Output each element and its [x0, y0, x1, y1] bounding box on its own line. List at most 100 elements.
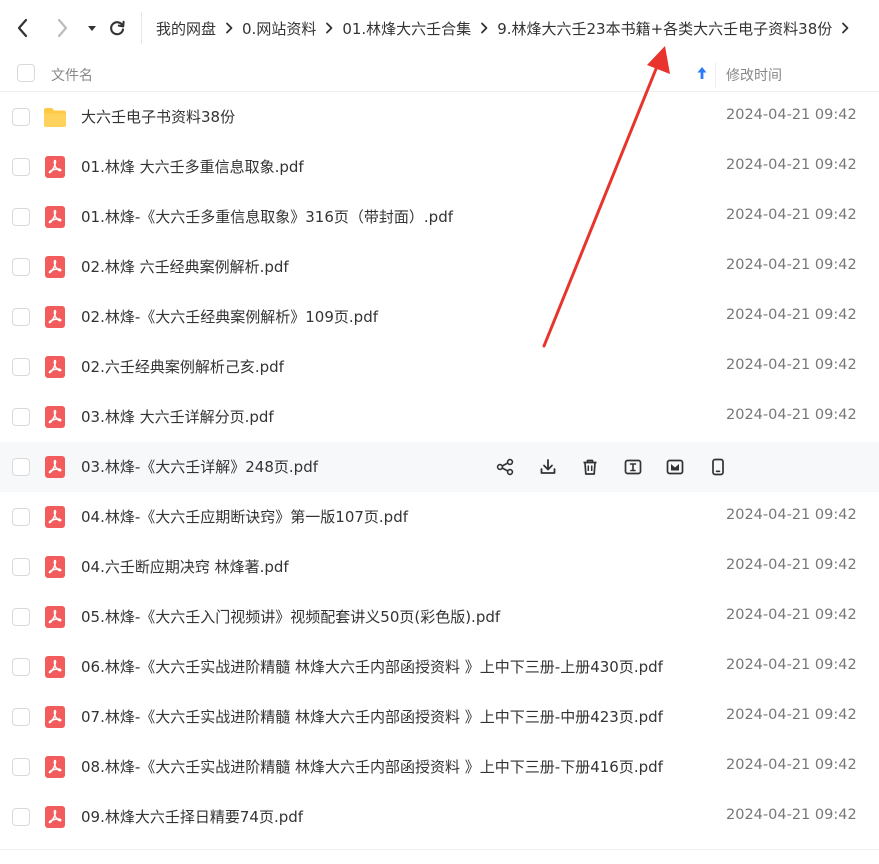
modified-time: 2024-04-21 09:42 [726, 407, 857, 423]
row-checkbox[interactable] [12, 308, 30, 326]
row-checkbox[interactable] [12, 158, 30, 176]
file-name[interactable]: 06.林烽-《大六壬实战进阶精髓 林烽大六壬内部函授资料 》上中下三册-上册43… [81, 656, 663, 677]
file-name[interactable]: 08.林烽-《大六壬实战进阶精髓 林烽大六壬内部函授资料 》上中下三册-下册41… [81, 756, 663, 777]
select-all-checkbox[interactable] [17, 64, 35, 82]
modified-time: 2024-04-21 09:42 [726, 707, 857, 723]
file-name[interactable]: 07.林烽-《大六壬实战进阶精髓 林烽大六壬内部函授资料 》上中下三册-中册42… [81, 706, 663, 727]
pdf-file-icon [45, 656, 65, 678]
forward-button[interactable] [50, 16, 74, 40]
file-row[interactable]: 06.林烽-《大六壬实战进阶精髓 林烽大六壬内部函授资料 》上中下三册-上册43… [0, 642, 879, 692]
file-row[interactable]: 08.林烽-《大六壬实战进阶精髓 林烽大六壬内部函授资料 》上中下三册-下册41… [0, 742, 879, 792]
refresh-button[interactable] [105, 16, 129, 40]
delete-button[interactable] [579, 456, 601, 478]
rename-icon [624, 458, 642, 476]
navigation-bar: 我的网盘 0.网站资料 01.林烽大六壬合集 9.林烽大六壬23本书籍+各类大六… [0, 0, 879, 56]
file-row[interactable]: 03.林烽-《大六壬详解》248页.pdf [0, 442, 879, 492]
divider [0, 849, 879, 850]
modified-time: 2024-04-21 09:42 [726, 257, 857, 273]
row-checkbox[interactable] [12, 808, 30, 826]
delete-icon [581, 458, 599, 476]
row-checkbox[interactable] [12, 558, 30, 576]
row-checkbox[interactable] [12, 608, 30, 626]
file-row[interactable]: 01.林烽 大六壬多重信息取象.pdf 2024-04-21 09:42 [0, 142, 879, 192]
file-name[interactable]: 04.六壬断应期决窍 林烽著.pdf [81, 556, 289, 577]
breadcrumb-item[interactable]: 01.林烽大六壬合集 [342, 18, 471, 39]
file-name[interactable]: 04.林烽-《大六壬应期断诀窍》第一版107页.pdf [81, 506, 408, 527]
download-button[interactable] [537, 456, 559, 478]
caret-down-icon [88, 26, 96, 31]
file-row[interactable]: 07.林烽-《大六壬实战进阶精髓 林烽大六壬内部函授资料 》上中下三册-中册42… [0, 692, 879, 742]
column-header-time[interactable]: 修改时间 [726, 65, 782, 85]
file-name[interactable]: 大六壬电子书资料38份 [81, 106, 235, 127]
row-checkbox[interactable] [12, 408, 30, 426]
breadcrumb-current[interactable]: 9.林烽大六壬23本书籍+各类大六壬电子资料38份 [497, 18, 832, 39]
chevron-right-icon [832, 18, 858, 38]
modified-time: 2024-04-21 09:42 [726, 357, 857, 373]
mobile-icon [709, 458, 727, 476]
row-checkbox[interactable] [12, 358, 30, 376]
row-checkbox[interactable] [12, 458, 30, 476]
file-manager-page: 我的网盘 0.网站资料 01.林烽大六壬合集 9.林烽大六壬23本书籍+各类大六… [0, 0, 879, 864]
file-row[interactable]: 04.六壬断应期决窍 林烽著.pdf 2024-04-21 09:42 [0, 542, 879, 592]
file-row[interactable]: 02.六壬经典案例解析己亥.pdf 2024-04-21 09:42 [0, 342, 879, 392]
column-divider[interactable] [715, 62, 716, 88]
pdf-file-icon [45, 156, 65, 178]
history-dropdown-button[interactable] [80, 16, 104, 40]
file-row[interactable]: 04.林烽-《大六壬应期断诀窍》第一版107页.pdf 2024-04-21 09… [0, 492, 879, 542]
folder-icon [44, 108, 66, 127]
file-row[interactable]: 09.林烽大六壬择日精要74页.pdf 2024-04-21 09:42 [0, 792, 879, 842]
pdf-file-icon [45, 556, 65, 578]
file-row[interactable]: 01.林烽-《大六壬多重信息取象》316页（带封面）.pdf 2024-04-21… [0, 192, 879, 242]
file-name[interactable]: 02.林烽-《大六壬经典案例解析》109页.pdf [81, 306, 378, 327]
mobile-button[interactable] [707, 456, 729, 478]
breadcrumb-item[interactable]: 我的网盘 [156, 18, 216, 39]
row-checkbox[interactable] [12, 758, 30, 776]
file-name[interactable]: 01.林烽 大六壬多重信息取象.pdf [81, 156, 304, 177]
move-icon [666, 458, 684, 476]
chevron-right-icon [316, 18, 342, 38]
chevron-right-icon [57, 18, 68, 38]
modified-time: 2024-04-21 09:42 [726, 807, 857, 823]
pdf-file-icon [45, 356, 65, 378]
row-checkbox[interactable] [12, 258, 30, 276]
modified-time: 2024-04-21 09:42 [726, 107, 857, 123]
file-name[interactable]: 02.六壬经典案例解析己亥.pdf [81, 356, 284, 377]
file-name[interactable]: 03.林烽 大六壬详解分页.pdf [81, 406, 274, 427]
modified-time: 2024-04-21 09:42 [726, 557, 857, 573]
pdf-file-icon [45, 456, 65, 478]
file-name[interactable]: 01.林烽-《大六壬多重信息取象》316页（带封面）.pdf [81, 206, 453, 227]
row-checkbox[interactable] [12, 208, 30, 226]
download-icon [539, 458, 557, 476]
arrow-up-icon[interactable] [695, 65, 709, 81]
modified-time: 2024-04-21 09:42 [726, 157, 857, 173]
column-header-name[interactable]: 文件名 [51, 65, 93, 85]
share-button[interactable] [494, 456, 516, 478]
file-name[interactable]: 03.林烽-《大六壬详解》248页.pdf [81, 456, 318, 477]
breadcrumb-item[interactable]: 0.网站资料 [242, 18, 316, 39]
row-checkbox[interactable] [12, 708, 30, 726]
file-row[interactable]: 05.林烽-《大六壬入门视频讲》视频配套讲义50页(彩色版).pdf 2024-0… [0, 592, 879, 642]
share-icon [496, 458, 514, 476]
file-name[interactable]: 05.林烽-《大六壬入门视频讲》视频配套讲义50页(彩色版).pdf [81, 606, 500, 627]
move-button[interactable] [664, 456, 686, 478]
pdf-file-icon [45, 756, 65, 778]
breadcrumb: 我的网盘 0.网站资料 01.林烽大六壬合集 9.林烽大六壬23本书籍+各类大六… [156, 16, 858, 40]
file-row[interactable]: 02.林烽-《大六壬经典案例解析》109页.pdf 2024-04-21 09:4… [0, 292, 879, 342]
rename-button[interactable] [622, 456, 644, 478]
row-checkbox[interactable] [12, 658, 30, 676]
row-checkbox[interactable] [12, 508, 30, 526]
modified-time: 2024-04-21 09:42 [726, 507, 857, 523]
modified-time: 2024-04-21 09:42 [726, 657, 857, 673]
folder-row[interactable]: 大六壬电子书资料38份 2024-04-21 09:42 [0, 92, 879, 142]
modified-time: 2024-04-21 09:42 [726, 757, 857, 773]
row-checkbox[interactable] [12, 108, 30, 126]
chevron-left-icon [17, 18, 28, 38]
pdf-file-icon [45, 606, 65, 628]
file-row[interactable]: 03.林烽 大六壬详解分页.pdf 2024-04-21 09:42 [0, 392, 879, 442]
file-name[interactable]: 09.林烽大六壬择日精要74页.pdf [81, 806, 303, 827]
file-name[interactable]: 02.林烽 六壬经典案例解析.pdf [81, 256, 289, 277]
back-button[interactable] [11, 16, 35, 40]
chevron-right-icon [471, 18, 497, 38]
pdf-file-icon [45, 806, 65, 828]
file-row[interactable]: 02.林烽 六壬经典案例解析.pdf 2024-04-21 09:42 [0, 242, 879, 292]
